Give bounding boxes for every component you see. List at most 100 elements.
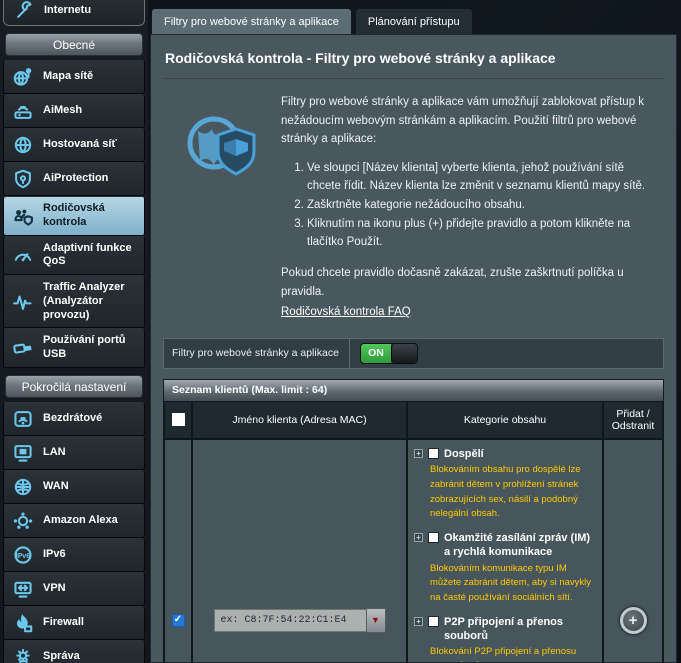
sidebar-item-wireless[interactable]: Bezdrátové [3,402,145,436]
sidebar-section-advanced: Pokročilá nastavení [5,375,143,398]
expand-icon[interactable]: + [414,617,423,626]
sidebar-item-guest-network[interactable]: Hostovaná síť [3,128,145,162]
sidebar-item-usb[interactable]: Používání portů USB [3,328,145,368]
expand-icon[interactable]: + [414,449,423,458]
sidebar-item-aimesh[interactable]: AiMesh [3,94,145,128]
intro-step: Zaškrtněte kategorie nežádoucího obsahu. [307,196,658,215]
sidebar-item-label: IPv6 [43,548,66,562]
firewall-flame-icon [12,612,34,634]
sidebar-item-label: Adaptivní funkce QoS [43,242,140,270]
sidebar-item-label: Správa [43,650,80,663]
category-description: Blokování P2P připojení a přenosu soubor… [414,643,594,663]
table-entry-row: ✓ ▼ + Dospělí [164,439,663,663]
category-description: Blokováním komunikace typu IM můžete zab… [414,560,594,606]
intro-steps: Ve sloupci [Název klienta] vyberte klien… [307,159,658,252]
sidebar-item-label: Rodičovská kontrola [43,202,140,230]
sidebar-item-amazon-alexa[interactable]: Amazon Alexa [3,504,145,538]
tab-access-scheduling[interactable]: Plánování přístupu [355,8,473,34]
filter-toggle-row: Filtry pro webové stránky a aplikace ON [163,338,664,369]
sidebar-item-label: Hostovaná síť [43,138,117,152]
filter-on-off-toggle[interactable]: ON [360,343,418,364]
title-divider [163,78,664,79]
sidebar-item-adaptive-qos[interactable]: Adaptivní funkce QoS [3,236,145,276]
sidebar-item-firewall[interactable]: Firewall [3,606,145,640]
category-checkbox-adult[interactable] [428,448,439,459]
sidebar-item-vpn[interactable]: VPN [3,572,145,606]
sidebar-item-label: AiProtection [43,172,108,186]
qos-gauge-icon [12,244,34,266]
sidebar-item-parental-control[interactable]: Rodičovská kontrola [3,196,145,236]
sidebar-item-label: Firewall [43,616,84,630]
category-checkbox-p2p[interactable] [428,616,439,627]
client-mac-input[interactable] [214,609,366,632]
intro-note: Pokud chcete pravidlo dočasně zakázat, z… [281,264,658,301]
sidebar-item-traffic-analyzer[interactable]: Traffic Analyzer (Analyzátor provozu) [3,275,145,328]
column-header-add-remove: Přidat / Odstranit [603,401,663,439]
sidebar-item-label: VPN [43,582,66,596]
sidebar: Internetu Obecné Mapa sítě AiMesh Hostov… [0,0,148,663]
wan-globe-icon [12,476,34,498]
intro-step: Ve sloupci [Název klienta] vyberte klien… [307,159,658,196]
shield-lock-icon [12,168,34,190]
category-checkbox-im[interactable] [428,532,439,543]
vpn-monitor-icon [12,578,34,600]
sidebar-item-administration[interactable]: Správa [3,640,145,663]
guest-network-globe-icon [12,134,34,156]
parental-control-faq-link[interactable]: Rodičovská kontrola FAQ [281,303,411,322]
category-label: P2P připojení a přenos souborů [444,615,594,644]
category-item-adult: + Dospělí Blokováním obsahu pro dospělé … [414,447,594,522]
chevron-down-icon: ▼ [371,615,380,625]
add-rule-button[interactable]: + [620,607,647,634]
sidebar-item-label: Bezdrátové [43,412,102,426]
rule-enabled-checkbox[interactable]: ✓ [172,614,185,627]
intro-step: Kliknutím na ikonu plus (+) přidejte pra… [307,215,658,252]
ipv6-icon: IPv6 [12,544,34,566]
wrench-icon [14,0,36,21]
select-all-checkbox[interactable] [172,413,185,426]
admin-gear-icon [12,646,34,663]
wireless-icon [12,408,34,430]
sidebar-item-label: Internetu [44,4,91,16]
sidebar-item-label: Používání portů USB [43,334,140,362]
category-label: Okamžité zasílání zpráv (IM) a rychlá ko… [444,531,594,560]
router-admin-app: Internetu Obecné Mapa sítě AiMesh Hostov… [0,0,681,663]
sidebar-item-label: Amazon Alexa [43,514,118,528]
client-mac-combo: ▼ [214,608,386,633]
category-item-im: + Okamžité zasílání zpráv (IM) a rychlá … [414,531,594,606]
tab-web-app-filters[interactable]: Filtry pro webové stránky a aplikace [151,8,352,34]
intro-section: Filtry pro webové stránky a aplikace vám… [163,93,664,322]
alexa-icon [12,510,34,532]
sidebar-item-label: WAN [43,480,69,494]
sidebar-item-wan[interactable]: WAN [3,470,145,504]
usb-icon [12,337,34,359]
sidebar-item-aiprotection[interactable]: AiProtection [3,162,145,196]
sidebar-item-lan[interactable]: LAN [3,436,145,470]
sidebar-item-label: LAN [43,446,66,460]
category-description: Blokováním obsahu pro dospělé lze zabrán… [414,461,594,522]
sidebar-item-label: AiMesh [43,104,82,118]
network-map-icon [12,66,34,88]
sidebar-item-quick-internet-setup[interactable]: Internetu [3,0,145,26]
main-area: Filtry pro webové stránky a aplikace Plá… [148,0,681,663]
plus-icon: + [629,612,638,629]
traffic-wave-icon [12,291,34,313]
toggle-knob [391,344,417,363]
category-item-p2p: + P2P připojení a přenos souborů Bloková… [414,615,594,663]
client-list-table: Seznam klientů (Max. limit : 64) Jméno k… [163,379,664,663]
parental-control-icon [12,205,34,227]
page-title: Rodičovská kontrola - Filtry pro webové … [165,49,585,68]
aimesh-router-icon [12,100,34,122]
tab-bar: Filtry pro webové stránky a aplikace Plá… [150,8,677,34]
sidebar-item-label: Mapa sítě [43,70,93,84]
table-header-row: Jméno klienta (Adresa MAC) Kategorie obs… [164,401,663,439]
sidebar-item-network-map[interactable]: Mapa sítě [3,60,145,94]
category-label: Dospělí [444,447,484,461]
svg-text:IPv6: IPv6 [16,553,30,560]
client-dropdown-button[interactable]: ▼ [366,608,386,633]
sidebar-section-general: Obecné [5,33,143,56]
expand-icon[interactable]: + [414,533,423,542]
intro-paragraph: Filtry pro webové stránky a aplikace vám… [281,93,658,149]
globe-shield-icon [184,111,260,322]
sidebar-item-ipv6[interactable]: IPv6 IPv6 [3,538,145,572]
filter-toggle-label: Filtry pro webové stránky a aplikace [164,339,350,368]
